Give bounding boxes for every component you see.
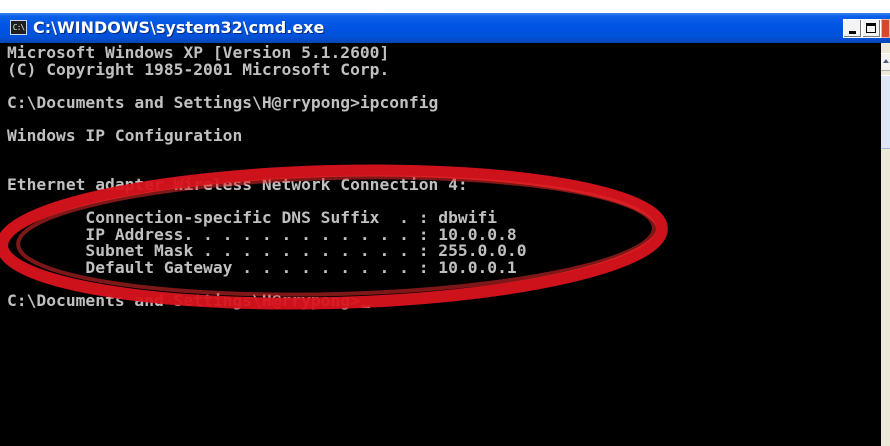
chevron-up-icon xyxy=(883,59,889,63)
console-output[interactable]: Microsoft Windows XP [Version 5.1.2600](… xyxy=(7,44,527,310)
close-button[interactable] xyxy=(881,19,890,38)
minimize-button[interactable] xyxy=(843,19,862,38)
text-cursor xyxy=(360,304,370,308)
cmd-icon[interactable]: C:\ xyxy=(10,20,27,35)
window-title: C:\WINDOWS\system32\cmd.exe xyxy=(33,18,325,37)
vertical-scrollbar[interactable] xyxy=(881,43,890,446)
title-bar[interactable]: C:\ C:\WINDOWS\system32\cmd.exe xyxy=(0,13,890,43)
command-prompt[interactable]: C:\Documents and Settings\H@rrypong> xyxy=(7,291,360,310)
minimize-icon xyxy=(849,31,856,34)
console-line: (C) Copyright 1985-2001 Microsoft Corp. xyxy=(7,59,390,79)
maximize-icon xyxy=(866,23,876,33)
console-window: C:\ C:\WINDOWS\system32\cmd.exe Microsof… xyxy=(0,13,890,446)
default-gateway-line: Default Gateway . . . . . . . . . : 10.0… xyxy=(7,257,517,277)
adapter-heading: Ethernet adapter Wireless Network Connec… xyxy=(7,175,468,194)
console-line: Windows IP Configuration xyxy=(7,125,243,145)
console-line: C:\Documents and Settings\H@rrypong>ipco… xyxy=(7,92,439,112)
scroll-thumb[interactable] xyxy=(881,75,890,149)
prompt-line: C:\Documents and Settings\H@rrypong> xyxy=(7,291,527,310)
maximize-button[interactable] xyxy=(862,19,881,38)
scroll-up-button[interactable] xyxy=(881,53,890,71)
